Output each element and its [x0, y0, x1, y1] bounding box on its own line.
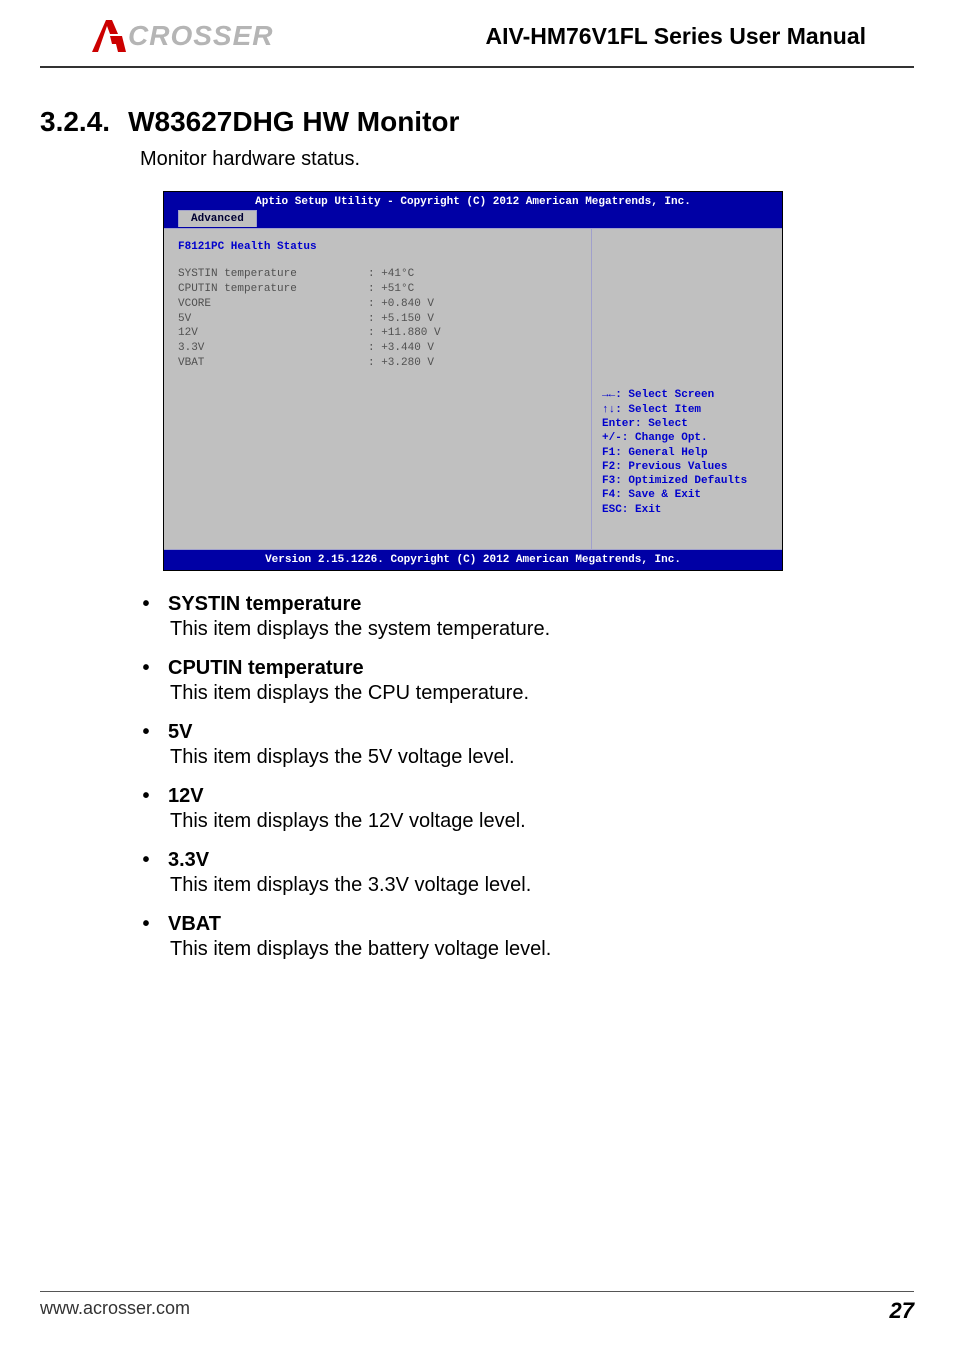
bios-value: : +5.150 V: [368, 312, 577, 327]
bios-tab-row: Advanced: [164, 210, 782, 229]
bios-titlebar: Aptio Setup Utility - Copyright (C) 2012…: [164, 192, 782, 210]
logo-icon: [88, 16, 128, 56]
bios-help-line: →←: Select Screen: [602, 388, 772, 402]
bullet-marker-icon: •: [140, 913, 152, 936]
bios-main-panel: F8121PC Health Status SYSTIN temperature…: [164, 229, 592, 549]
bullet-marker-icon: •: [140, 849, 152, 872]
bios-row-3v3: 3.3V : +3.440 V: [178, 341, 577, 356]
section-title: W83627DHG HW Monitor: [128, 106, 459, 138]
bullet-list: • SYSTIN temperature This item displays …: [140, 593, 874, 961]
bios-label: VCORE: [178, 297, 368, 312]
bullet-item-cputin: • CPUTIN temperature This item displays …: [140, 657, 874, 705]
footer-url: www.acrosser.com: [40, 1298, 190, 1324]
bios-label: CPUTIN temperature: [178, 282, 368, 297]
bullet-description: This item displays the 5V voltage level.: [170, 746, 874, 769]
bios-value: : +51°C: [368, 282, 577, 297]
bullet-item-vbat: • VBAT This item displays the battery vo…: [140, 913, 874, 961]
bullet-title: 3.3V: [168, 849, 209, 872]
bullet-item-3v3: • 3.3V This item displays the 3.3V volta…: [140, 849, 874, 897]
bios-value: : +3.440 V: [368, 341, 577, 356]
bios-help-line: F4: Save & Exit: [602, 488, 772, 502]
bios-help-legend: →←: Select Screen ↑↓: Select Item Enter:…: [602, 388, 772, 537]
bios-help-line: ESC: Exit: [602, 503, 772, 517]
logo: CROSSER: [88, 16, 273, 56]
bios-row-12v: 12V : +11.880 V: [178, 326, 577, 341]
bios-label: SYSTIN temperature: [178, 267, 368, 282]
logo-text: CROSSER: [128, 20, 273, 52]
bios-value: : +0.840 V: [368, 297, 577, 312]
bullet-title: 12V: [168, 785, 204, 808]
bullet-description: This item displays the CPU temperature.: [170, 682, 874, 705]
bios-body: F8121PC Health Status SYSTIN temperature…: [164, 229, 782, 549]
bios-help-line: +/-: Change Opt.: [602, 431, 772, 445]
bullet-item-12v: • 12V This item displays the 12V voltage…: [140, 785, 874, 833]
bios-label: VBAT: [178, 356, 368, 371]
footer-page-number: 27: [890, 1298, 914, 1324]
bullet-head: • 3.3V: [140, 849, 874, 872]
bullet-marker-icon: •: [140, 593, 152, 616]
bios-side-panel: →←: Select Screen ↑↓: Select Item Enter:…: [592, 229, 782, 549]
bullet-head: • SYSTIN temperature: [140, 593, 874, 616]
bullet-description: This item displays the 12V voltage level…: [170, 810, 874, 833]
bullet-title: CPUTIN temperature: [168, 657, 364, 680]
bullet-marker-icon: •: [140, 785, 152, 808]
bios-help-line: F3: Optimized Defaults: [602, 474, 772, 488]
bios-help-line: ↑↓: Select Item: [602, 403, 772, 417]
document-title: AIV-HM76V1FL Series User Manual: [486, 23, 867, 50]
section-number: 3.2.4.: [40, 106, 110, 138]
section-heading: 3.2.4. W83627DHG HW Monitor: [40, 106, 874, 138]
section-intro: Monitor hardware status.: [140, 148, 874, 171]
bios-tab-advanced: Advanced: [178, 210, 257, 227]
bullet-title: 5V: [168, 721, 192, 744]
bios-row-5v: 5V : +5.150 V: [178, 312, 577, 327]
bios-row-vcore: VCORE : +0.840 V: [178, 297, 577, 312]
bullet-title: VBAT: [168, 913, 221, 936]
bios-row-cputin: CPUTIN temperature : +51°C: [178, 282, 577, 297]
bullet-head: • 12V: [140, 785, 874, 808]
bios-help-line: Enter: Select: [602, 417, 772, 431]
bios-value: : +3.280 V: [368, 356, 577, 371]
bullet-title: SYSTIN temperature: [168, 593, 361, 616]
bios-value: : +11.880 V: [368, 326, 577, 341]
bios-footer: Version 2.15.1226. Copyright (C) 2012 Am…: [164, 549, 782, 570]
bullet-description: This item displays the 3.3V voltage leve…: [170, 874, 874, 897]
bios-help-line: F1: General Help: [602, 446, 772, 460]
bullet-item-systin: • SYSTIN temperature This item displays …: [140, 593, 874, 641]
bullet-description: This item displays the system temperatur…: [170, 618, 874, 641]
bios-help-line: F2: Previous Values: [602, 460, 772, 474]
page-header: CROSSER AIV-HM76V1FL Series User Manual: [40, 0, 914, 68]
bullet-head: • CPUTIN temperature: [140, 657, 874, 680]
bullet-marker-icon: •: [140, 657, 152, 680]
bullet-head: • 5V: [140, 721, 874, 744]
bullet-description: This item displays the battery voltage l…: [170, 938, 874, 961]
bios-label: 3.3V: [178, 341, 368, 356]
bios-label: 12V: [178, 326, 368, 341]
bios-row-systin: SYSTIN temperature : +41°C: [178, 267, 577, 282]
bullet-marker-icon: •: [140, 721, 152, 744]
bullet-item-5v: • 5V This item displays the 5V voltage l…: [140, 721, 874, 769]
bios-section-title: F8121PC Health Status: [178, 241, 577, 253]
bios-label: 5V: [178, 312, 368, 327]
page-content: 3.2.4. W83627DHG HW Monitor Monitor hard…: [0, 74, 954, 961]
page-footer: www.acrosser.com 27: [40, 1291, 914, 1324]
bios-row-vbat: VBAT : +3.280 V: [178, 356, 577, 371]
bullet-head: • VBAT: [140, 913, 874, 936]
bios-value: : +41°C: [368, 267, 577, 282]
bios-screenshot: Aptio Setup Utility - Copyright (C) 2012…: [163, 191, 783, 571]
